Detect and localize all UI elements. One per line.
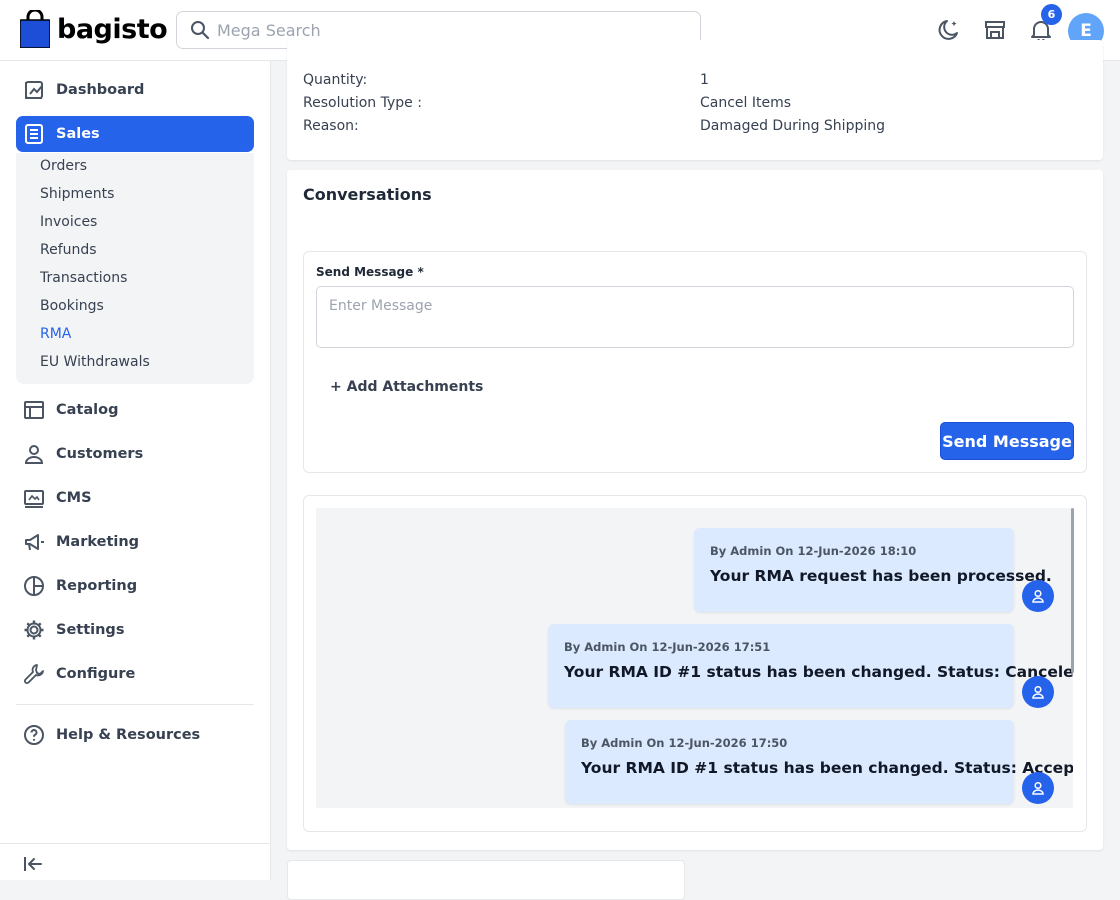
submenu-item-refunds[interactable]: Refunds	[40, 242, 97, 258]
send-message-form: Send Message * + Add Attachments Send Me…	[303, 251, 1087, 473]
sidebar-item-dashboard[interactable]: Dashboard	[16, 72, 254, 108]
sidebar-item-marketing[interactable]: Marketing	[16, 524, 254, 560]
marketing-icon	[22, 530, 46, 554]
detail-value-quantity: 1	[700, 72, 709, 88]
sidebar-item-customers[interactable]: Customers	[16, 436, 254, 472]
detail-label-resolution-type: Resolution Type :	[303, 95, 422, 111]
detail-label-quantity: Quantity:	[303, 72, 368, 88]
search-input[interactable]	[217, 18, 677, 42]
detail-label-reason: Reason:	[303, 118, 359, 134]
submenu-item-invoices[interactable]: Invoices	[40, 214, 97, 230]
sales-icon	[22, 122, 46, 146]
collapse-sidebar-icon[interactable]	[22, 852, 46, 876]
admin-user-icon	[1022, 580, 1054, 612]
notification-badge: 6	[1041, 4, 1062, 25]
sidebar-label: Configure	[56, 666, 136, 682]
sidebar-item-configure[interactable]: Configure	[16, 656, 254, 692]
wrench-icon	[22, 662, 46, 686]
search-icon	[190, 20, 210, 44]
message-meta: By Admin On 12-Jun-2026 17:50	[581, 736, 788, 750]
sidebar-label: Catalog	[56, 402, 119, 418]
submenu-item-transactions[interactable]: Transactions	[40, 270, 127, 286]
send-message-label: Send Message *	[316, 265, 424, 279]
sidebar-item-cms[interactable]: CMS	[16, 480, 254, 516]
conversations-title: Conversations	[303, 185, 432, 204]
customers-icon	[22, 442, 46, 466]
admin-user-icon	[1022, 676, 1054, 708]
send-message-button[interactable]: Send Message	[940, 422, 1074, 460]
sidebar-item-catalog[interactable]: Catalog	[16, 392, 254, 428]
message-text: Your RMA ID #1 status has been changed. …	[581, 759, 1073, 777]
cms-icon	[22, 486, 46, 510]
message-input[interactable]	[316, 286, 1074, 348]
sidebar-label: Customers	[56, 446, 144, 462]
submenu-item-orders[interactable]: Orders	[40, 158, 87, 174]
message-text: Your RMA ID #1 status has been changed. …	[564, 663, 1073, 681]
message-meta: By Admin On 12-Jun-2026 18:10	[710, 544, 917, 558]
conversations-card: Conversations Send Message * + Add Attac…	[287, 170, 1103, 850]
message-list[interactable]: By Admin On 12-Jun-2026 18:10 Your RMA r…	[316, 508, 1073, 808]
brand-logo[interactable]: bagisto	[19, 8, 168, 49]
submenu-item-eu-withdrawals[interactable]: EU Withdrawals	[40, 354, 150, 370]
reporting-icon	[22, 574, 46, 598]
message-bubble: By Admin On 12-Jun-2026 17:51 Your RMA I…	[548, 624, 1073, 708]
sidebar-bottom-divider	[0, 843, 270, 844]
detail-value-resolution-type: Cancel Items	[700, 95, 792, 111]
sidebar-label: Settings	[56, 622, 125, 638]
submenu-item-shipments[interactable]: Shipments	[40, 186, 114, 202]
message-bubble: By Admin On 12-Jun-2026 18:10 Your RMA r…	[694, 528, 1052, 612]
sidebar-label: Marketing	[56, 534, 140, 550]
submenu-item-bookings[interactable]: Bookings	[40, 298, 104, 314]
message-bubble: By Admin On 12-Jun-2026 17:50 Your RMA I…	[565, 720, 1073, 804]
bag-logo-icon	[19, 8, 51, 49]
dashboard-icon	[22, 78, 46, 102]
sidebar-label: Sales	[56, 126, 100, 142]
sidebar-label: Help & Resources	[56, 727, 201, 743]
sidebar: Dashboard Sales Orders Shipments Invoice…	[0, 61, 271, 880]
brand-name: bagisto	[57, 13, 168, 45]
catalog-icon	[22, 398, 46, 422]
add-attachments-link[interactable]: + Add Attachments	[330, 379, 483, 395]
detail-value-reason: Damaged During Shipping	[700, 118, 885, 134]
sidebar-item-sales[interactable]: Sales	[16, 116, 254, 152]
sidebar-divider	[16, 704, 254, 705]
submenu-item-rma[interactable]: RMA	[40, 326, 71, 342]
sidebar-label: Dashboard	[56, 82, 145, 98]
message-meta: By Admin On 12-Jun-2026 17:51	[564, 640, 771, 654]
rma-details-card: Quantity: 1 Resolution Type : Cancel Ite…	[287, 40, 1103, 160]
sidebar-item-reporting[interactable]: Reporting	[16, 568, 254, 604]
sidebar-label: CMS	[56, 490, 92, 506]
settings-icon	[22, 618, 46, 642]
sidebar-item-settings[interactable]: Settings	[16, 612, 254, 648]
admin-user-icon	[1022, 772, 1054, 804]
sidebar-item-help[interactable]: Help & Resources	[16, 717, 254, 753]
message-text: Your RMA request has been processed.	[710, 567, 1052, 585]
thread-scrollbar[interactable]	[1071, 508, 1074, 673]
message-thread: By Admin On 12-Jun-2026 18:10 Your RMA r…	[303, 495, 1087, 832]
sidebar-label: Reporting	[56, 578, 138, 594]
help-icon	[22, 723, 46, 747]
status-card	[287, 860, 685, 900]
